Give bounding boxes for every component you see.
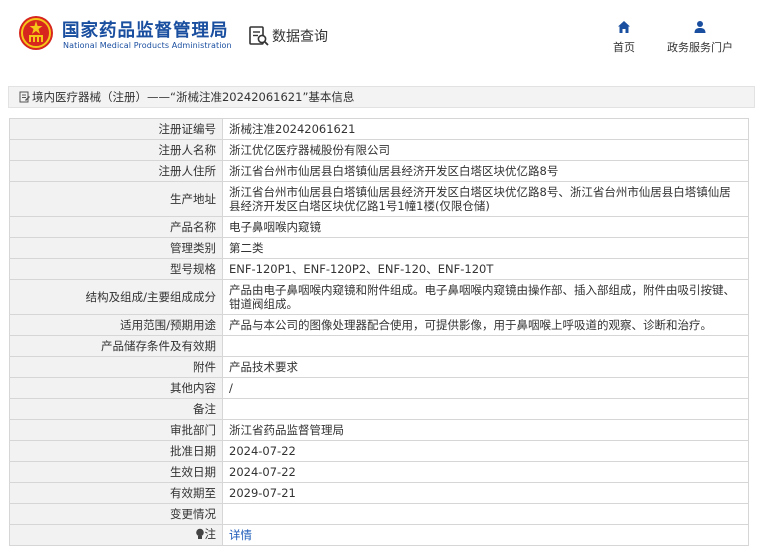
note-label-text: 注 — [204, 527, 217, 541]
table-row: 批准日期 2024-07-22 — [9, 440, 749, 462]
table-row: 有效期至 2029-07-21 — [9, 482, 749, 504]
table-row: 注 详情 — [9, 524, 749, 546]
field-value — [222, 398, 749, 420]
home-icon — [618, 21, 630, 33]
field-value: 浙江优亿医疗器械股份有限公司 — [222, 139, 749, 161]
field-value: 浙江省台州市仙居县白塔镇仙居县经济开发区白塔区块优亿路8号、浙江省台州市仙居县白… — [222, 181, 749, 217]
note-label-cell: 注 — [9, 524, 223, 546]
table-row: 产品名称 电子鼻咽喉内窥镜 — [9, 216, 749, 238]
national-emblem-icon — [19, 16, 53, 50]
field-label: 批准日期 — [9, 440, 223, 462]
field-value: 浙江省台州市仙居县白塔镇仙居县经济开发区白塔区块优亿路8号 — [222, 160, 749, 182]
field-value: 产品由电子鼻咽喉内窥镜和附件组成。电子鼻咽喉内窥镜由操作部、插入部组成，附件由吸… — [222, 279, 749, 315]
nav-home-label: 首页 — [613, 41, 635, 54]
table-row: 适用范围/预期用途 产品与本公司的图像处理器配合使用，可提供影像，用于鼻咽喉上呼… — [9, 314, 749, 336]
field-label: 型号规格 — [9, 258, 223, 280]
field-label: 注册证编号 — [9, 118, 223, 140]
document-icon — [19, 91, 30, 103]
detail-table: 注册证编号 浙械注准20242061621 注册人名称 浙江优亿医疗器械股份有限… — [9, 118, 749, 546]
field-value — [222, 335, 749, 357]
table-row: 生效日期 2024-07-22 — [9, 461, 749, 483]
field-label: 结构及组成/主要组成成分 — [9, 279, 223, 315]
field-value: 电子鼻咽喉内窥镜 — [222, 216, 749, 238]
table-row: 注册证编号 浙械注准20242061621 — [9, 118, 749, 140]
table-row: 结构及组成/主要组成成分 产品由电子鼻咽喉内窥镜和附件组成。电子鼻咽喉内窥镜由操… — [9, 279, 749, 315]
note-label: 注 — [195, 527, 217, 541]
field-value: 第二类 — [222, 237, 749, 259]
table-row: 变更情况 — [9, 503, 749, 525]
data-query-label: 数据查询 — [272, 29, 328, 45]
details-link[interactable]: 详情 — [229, 528, 252, 542]
table-row: 其他内容 / — [9, 377, 749, 399]
breadcrumb: 境内医疗器械（注册）——“浙械注准20242061621”基本信息 — [8, 86, 755, 108]
field-label: 注册人名称 — [9, 139, 223, 161]
field-value: 浙械注准20242061621 — [222, 118, 749, 140]
field-label: 产品储存条件及有效期 — [9, 335, 223, 357]
field-label: 审批部门 — [9, 419, 223, 441]
bulb-icon — [195, 528, 204, 539]
table-row: 附件 产品技术要求 — [9, 356, 749, 378]
field-label: 生产地址 — [9, 181, 223, 217]
table-row: 审批部门 浙江省药品监督管理局 — [9, 419, 749, 441]
field-value — [222, 503, 749, 525]
site-name[interactable]: 国家药品监督管理局 — [62, 17, 229, 42]
field-value: / — [222, 377, 749, 399]
field-label: 其他内容 — [9, 377, 223, 399]
field-value: 2024-07-22 — [222, 461, 749, 483]
table-row: 产品储存条件及有效期 — [9, 335, 749, 357]
field-label: 管理类别 — [9, 237, 223, 259]
table-row: 注册人住所 浙江省台州市仙居县白塔镇仙居县经济开发区白塔区块优亿路8号 — [9, 160, 749, 182]
table-row: 注册人名称 浙江优亿医疗器械股份有限公司 — [9, 139, 749, 161]
field-label: 产品名称 — [9, 216, 223, 238]
field-label: 备注 — [9, 398, 223, 420]
field-label: 适用范围/预期用途 — [9, 314, 223, 336]
field-value: 产品技术要求 — [222, 356, 749, 378]
table-row: 生产地址 浙江省台州市仙居县白塔镇仙居县经济开发区白塔区块优亿路8号、浙江省台州… — [9, 181, 749, 217]
field-label: 变更情况 — [9, 503, 223, 525]
data-query-title: 数据查询 — [248, 24, 328, 48]
site-header: 国家药品监督管理局 National Medical Products Admi… — [0, 0, 763, 72]
field-value: 产品与本公司的图像处理器配合使用，可提供影像，用于鼻咽喉上呼吸道的观察、诊断和治… — [222, 314, 749, 336]
field-label: 有效期至 — [9, 482, 223, 504]
data-query-icon — [249, 26, 269, 46]
field-value: 2029-07-21 — [222, 482, 749, 504]
field-label: 附件 — [9, 356, 223, 378]
field-value: 2024-07-22 — [222, 440, 749, 462]
table-row: 型号规格 ENF-120P1、ENF-120P2、ENF-120、ENF-120… — [9, 258, 749, 280]
field-value: 浙江省药品监督管理局 — [222, 419, 749, 441]
table-row: 管理类别 第二类 — [9, 237, 749, 259]
field-label: 生效日期 — [9, 461, 223, 483]
note-value: 详情 — [222, 524, 749, 546]
site-name-en[interactable]: National Medical Products Administration — [63, 41, 232, 50]
nav-gov-label: 政务服务门户 — [667, 41, 733, 54]
nav-gov-portal[interactable]: 政务服务门户 — [650, 20, 750, 55]
user-icon — [694, 21, 706, 33]
table-row: 备注 — [9, 398, 749, 420]
breadcrumb-text: 境内医疗器械（注册）——“浙械注准20242061621”基本信息 — [32, 90, 355, 104]
field-value: ENF-120P1、ENF-120P2、ENF-120、ENF-120T — [222, 258, 749, 280]
field-label: 注册人住所 — [9, 160, 223, 182]
